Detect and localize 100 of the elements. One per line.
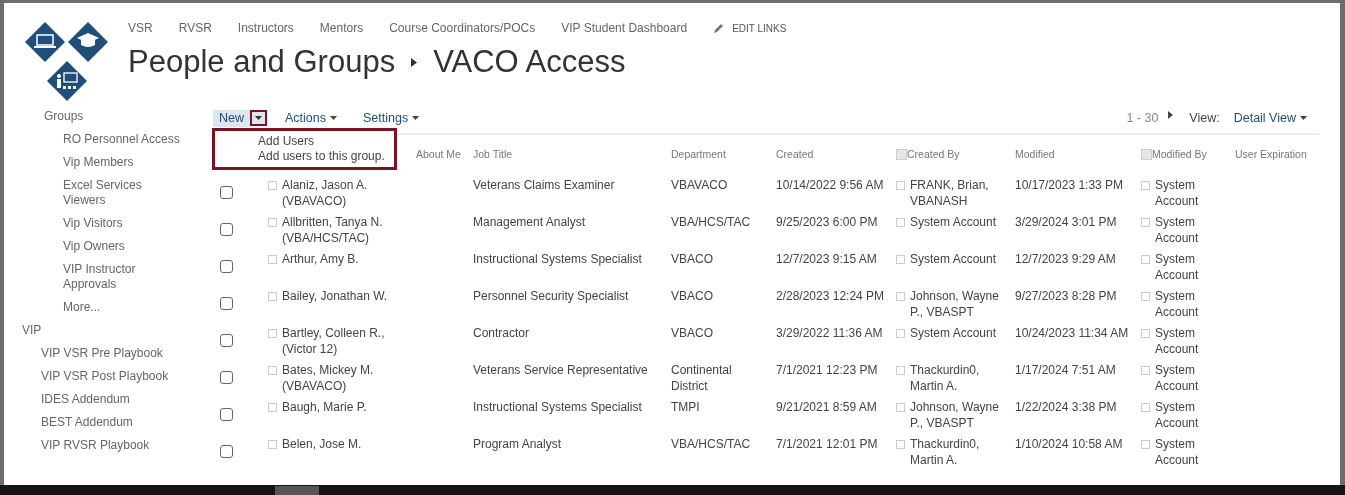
scrollbar-thumb[interactable] — [275, 486, 319, 495]
table-cell-text: Veterans Claims Examiner — [472, 177, 616, 194]
user-name[interactable]: Johnson, Wayne P., VBASPT — [910, 399, 1009, 431]
user-name[interactable]: Thackurdin0, Martin A. — [910, 436, 1009, 468]
row-checkbox[interactable] — [220, 445, 233, 458]
presence-icon — [1141, 329, 1150, 338]
user-name[interactable]: Bailey, Jonathan W. — [282, 288, 388, 304]
table-cell-text: Management Analyst — [472, 214, 587, 231]
sidebar-item[interactable]: Vip Owners — [63, 235, 181, 258]
sidebar-heading[interactable]: Groups — [4, 105, 213, 128]
user-name[interactable]: Bartley, Colleen R., (Victor 12) — [282, 325, 410, 357]
table-cell-text: Continental District — [670, 362, 733, 395]
row-checkbox[interactable] — [220, 186, 233, 199]
presence-icon — [896, 292, 905, 301]
sidebar-item[interactable]: VIP VSR Pre Playbook — [41, 342, 213, 365]
user-name[interactable]: System Account — [1155, 362, 1229, 394]
presence-icon — [268, 403, 277, 412]
nav-link[interactable]: Mentors — [319, 19, 364, 37]
sidebar-item[interactable]: BEST Addendum — [41, 411, 213, 434]
sidebar-item[interactable]: Excel Services Viewers — [63, 174, 181, 212]
presence-icon — [268, 218, 277, 227]
user-name[interactable]: System Account — [1155, 325, 1229, 357]
user-name[interactable]: Johnson, Wayne P., VBASPT — [910, 288, 1009, 320]
table-cell-text: 9/25/2023 6:00 PM — [775, 214, 879, 231]
user-name[interactable]: FRANK, Brian, VBANASH — [910, 177, 1009, 209]
user-name[interactable]: Arthur, Amy B. — [282, 251, 359, 267]
table-cell-text: 9/27/2023 8:28 PM — [1014, 288, 1118, 305]
presence-icon — [896, 329, 905, 338]
pencil-icon[interactable] — [713, 22, 725, 34]
table-cell-text: 7/1/2021 12:01 PM — [775, 436, 879, 453]
view-selector[interactable]: Detail View — [1227, 109, 1313, 127]
table-cell-text: VBAVACO — [670, 177, 729, 194]
sidebar-item[interactable]: Vip Visitors — [63, 212, 181, 235]
column-header[interactable]: User Expiration — [1235, 148, 1307, 161]
menu-button[interactable]: Settings — [357, 109, 426, 127]
user-name[interactable]: Belen, Jose M. — [282, 436, 362, 452]
user-name[interactable]: System Account — [1155, 177, 1229, 209]
row-checkbox[interactable] — [220, 408, 233, 421]
row-checkbox[interactable] — [220, 334, 233, 347]
presence-icon — [1141, 403, 1150, 412]
table-cell-text: VBACO — [670, 325, 714, 342]
column-header[interactable]: About Me — [416, 148, 461, 161]
table-cell-text: 10/14/2022 9:56 AM — [775, 177, 885, 194]
presence-icon — [896, 440, 905, 449]
sidebar-item[interactable]: VIP RVSR Playbook — [41, 434, 213, 457]
next-page-icon[interactable] — [1168, 111, 1174, 119]
breadcrumb-link[interactable]: People and Groups — [128, 45, 396, 80]
user-name[interactable]: Alaniz, Jason A. (VBAVACO) — [282, 177, 410, 209]
user-name[interactable]: Thackurdin0, Martin A. — [910, 362, 1009, 394]
user-name[interactable]: Baugh, Marie P. — [282, 399, 367, 415]
presence-icon — [268, 329, 277, 338]
caret-icon — [412, 116, 420, 120]
sidebar-heading[interactable]: VIP — [4, 319, 213, 342]
edit-links-link[interactable]: EDIT LINKS — [732, 20, 787, 36]
user-name[interactable]: System Account — [1155, 288, 1229, 320]
caret-icon — [330, 116, 337, 120]
column-header[interactable]: Created By — [907, 148, 960, 161]
column-header[interactable]: Created — [776, 148, 814, 161]
user-name[interactable]: System Account — [1155, 251, 1229, 283]
table-cell-text: Program Analyst — [472, 436, 563, 453]
sidebar-item[interactable]: VIP Instructor Approvals — [63, 258, 181, 296]
new-button[interactable]: New — [213, 109, 250, 127]
column-header[interactable]: Modified — [1015, 148, 1055, 161]
menu-button[interactable]: Actions — [279, 109, 343, 127]
user-name[interactable]: System Account — [1155, 214, 1229, 246]
table-cell-text: 1/10/2024 10:58 AM — [1014, 436, 1124, 453]
presence-icon — [1141, 181, 1150, 190]
sidebar-item[interactable]: VIP VSR Post Playbook — [41, 365, 213, 388]
column-header[interactable]: Modified By — [1152, 148, 1207, 161]
user-name[interactable]: Allbritten, Tanya N. (VBA/HCS/TAC) — [282, 214, 410, 246]
user-name[interactable]: System Account — [910, 325, 997, 341]
row-checkbox[interactable] — [220, 297, 233, 310]
sidebar-item[interactable]: More... — [63, 296, 181, 319]
sidebar-item[interactable]: RO Personnel Access — [63, 128, 181, 151]
column-header[interactable]: Job Title — [473, 148, 513, 161]
row-checkbox[interactable] — [220, 371, 233, 384]
table-cell-text: 1/17/2024 7:51 AM — [1014, 362, 1117, 379]
nav-link[interactable]: Course Coordinators/POCs — [389, 19, 536, 37]
sidebar-item[interactable]: IDES Addendum — [41, 388, 213, 411]
row-checkbox[interactable] — [220, 223, 233, 236]
nav-link[interactable]: RVSR — [178, 19, 212, 37]
sidebar-item[interactable]: Vip Members — [63, 151, 181, 174]
presence-icon — [896, 218, 905, 227]
table-cell-text: 7/1/2021 12:23 PM — [775, 362, 879, 379]
user-name[interactable]: Bates, Mickey M. (VBAVACO) — [282, 362, 410, 394]
nav-link[interactable]: Instructors — [237, 19, 294, 37]
dropdown-toggle[interactable] — [250, 110, 267, 126]
user-name[interactable]: System Account — [1155, 399, 1229, 431]
presence-icon — [896, 255, 905, 264]
user-name[interactable]: System Account — [910, 251, 997, 267]
table-cell-text: Personnel Security Specialist — [472, 288, 630, 305]
row-checkbox[interactable] — [220, 260, 233, 273]
column-header[interactable]: Department — [671, 148, 726, 161]
nav-link[interactable]: VIP Student Dashboard — [561, 19, 688, 37]
caret-icon — [255, 116, 262, 120]
table-cell-text: 3/29/2022 11:36 AM — [775, 325, 884, 342]
user-name[interactable]: System Account — [1155, 436, 1229, 468]
nav-link[interactable]: VSR — [128, 19, 153, 37]
table-cell-text: VBA/HCS/TAC — [670, 436, 752, 453]
user-name[interactable]: System Account — [910, 214, 997, 230]
